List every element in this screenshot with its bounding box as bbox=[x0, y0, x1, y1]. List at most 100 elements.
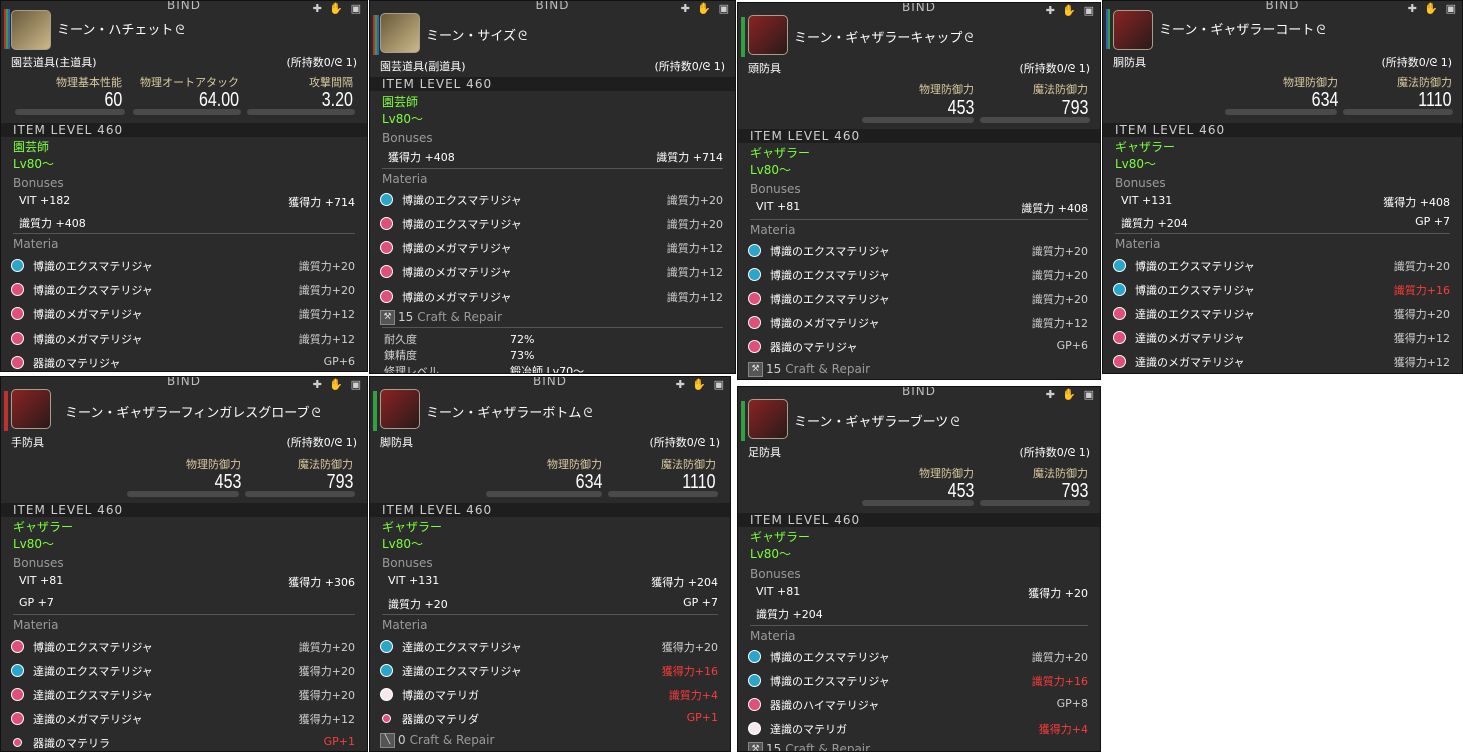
anvil-icon: ⚒ bbox=[748, 362, 763, 377]
materia-row[interactable]: 博識のエクスマテリジャ 識質力+20 bbox=[11, 639, 355, 657]
needle-icon: ╲ bbox=[380, 733, 395, 748]
craft-repair: ⚒ 15 Craft & Repair bbox=[748, 742, 870, 751]
bonus-row: VIT +131 獲得力 +408 bbox=[1121, 194, 1450, 209]
scythe-icon[interactable] bbox=[380, 13, 420, 53]
anvil-icon: ⚒ bbox=[380, 310, 395, 325]
craft-repair: ⚒ 15 Craft & Repair bbox=[748, 362, 870, 377]
materia-row[interactable]: 博識のエクスマテリジャ 識質力+20 bbox=[380, 216, 723, 234]
materia-row[interactable]: 博識のエクスマテリジャ 識質力+16 bbox=[1113, 282, 1450, 300]
materia-heading: Materia bbox=[1115, 237, 1161, 251]
materia-heading: Materia bbox=[382, 618, 428, 632]
materia-row[interactable]: 博識のメガマテリジャ 識質力+12 bbox=[748, 315, 1088, 333]
item-name: ミーン・ギャザラーキャップ ᘓ bbox=[794, 31, 974, 46]
bonuses-heading: Bonuses bbox=[13, 176, 64, 190]
tooltip-tools-icons[interactable]: ✚ ✋ ▣ bbox=[313, 378, 363, 391]
stat-value: 634 bbox=[1311, 89, 1338, 111]
materia-row[interactable]: 達識のエクスマテリジャ 獲得力+20 bbox=[11, 687, 355, 705]
owned-count: (所持数0/ᘓ 1) bbox=[286, 436, 357, 449]
bottom-icon[interactable] bbox=[380, 389, 420, 429]
materia-row[interactable]: 博識のエクスマテリジャ 識質力+20 bbox=[11, 258, 355, 276]
materia-icon bbox=[11, 332, 24, 345]
materia-row[interactable]: 器識のマテリラ GP+1 bbox=[11, 735, 355, 751]
materia-icon bbox=[11, 283, 24, 296]
materia-row[interactable]: 博識のエクスマテリジャ 識質力+20 bbox=[748, 267, 1088, 285]
bonus-row: VIT +81 識質力 +408 bbox=[756, 200, 1088, 215]
stat-value: 3.20 bbox=[321, 89, 353, 111]
materia-row[interactable]: 器識のハイマテリジャ GP+8 bbox=[748, 697, 1088, 715]
materia-icon bbox=[748, 340, 761, 353]
level-requirement: Lv80～ bbox=[750, 547, 792, 561]
stat-label: 物理防御力 bbox=[186, 458, 241, 471]
divider bbox=[382, 327, 723, 328]
materia-row[interactable]: 達識のメガマテリジャ 獲得力+12 bbox=[1113, 330, 1450, 348]
materia-row[interactable]: 博識のメガマテリジャ 識質力+12 bbox=[380, 240, 723, 258]
materia-icon bbox=[380, 664, 393, 677]
job-label: ギャザラー bbox=[13, 520, 74, 534]
item-level: ITEM LEVEL 460 bbox=[1, 503, 367, 517]
materia-row[interactable]: 達識のマテリガ 獲得力+4 bbox=[748, 721, 1088, 739]
item-category: 手防具 bbox=[11, 436, 44, 449]
tooltip-tools-icons[interactable]: ✚ ✋ ▣ bbox=[1046, 4, 1096, 17]
item-level: ITEM LEVEL 460 bbox=[738, 513, 1100, 527]
stat-value: 793 bbox=[1061, 97, 1088, 119]
coat-icon[interactable] bbox=[1113, 10, 1153, 50]
owned-count: (所持数0/ᘓ 1) bbox=[286, 56, 357, 69]
item-name: ミーン・サイズ ᘓ bbox=[426, 29, 528, 44]
materia-row[interactable]: 達識のメガマテリジャ 獲得力+12 bbox=[1113, 354, 1450, 372]
materia-row[interactable]: 博識のエクスマテリジャ 識質力+20 bbox=[748, 243, 1088, 261]
materia-row[interactable]: 達識のメガマテリジャ 獲得力+12 bbox=[11, 711, 355, 729]
materia-row[interactable]: 博識のメガマテリジャ 識質力+12 bbox=[11, 331, 355, 349]
stat-value: 60 bbox=[104, 89, 122, 111]
stat-value: 1110 bbox=[682, 471, 716, 493]
materia-row[interactable]: 博識のマテリガ 識質力+4 bbox=[380, 687, 718, 705]
divider bbox=[382, 614, 718, 615]
bonus-row: 識質力 +20 GP +7 bbox=[388, 596, 718, 611]
item-category: 頭防具 bbox=[748, 62, 781, 75]
materia-row[interactable]: 博識のエクスマテリジャ 識質力+16 bbox=[748, 673, 1088, 691]
materia-row[interactable]: 達識のエクスマテリジャ 獲得力+20 bbox=[11, 663, 355, 681]
job-label: ギャザラー bbox=[382, 520, 443, 534]
materia-heading: Materia bbox=[750, 223, 796, 237]
stat-value: 634 bbox=[575, 471, 602, 493]
stat-value: 64.00 bbox=[198, 89, 239, 111]
craft-repair: ⚒ 15 Craft & Repair bbox=[380, 310, 502, 325]
tooltip-tools-icons[interactable]: ✚ ✋ ▣ bbox=[676, 378, 726, 391]
bonuses-heading: Bonuses bbox=[382, 556, 433, 570]
tooltip-tools-icons[interactable]: ✚ ✋ ▣ bbox=[681, 2, 731, 15]
tooltip-tools-icons[interactable]: ✚ ✋ ▣ bbox=[1408, 2, 1458, 15]
materia-row[interactable]: 博識のメガマテリジャ 識質力+12 bbox=[380, 289, 723, 307]
materia-row[interactable]: 博識のエクスマテリジャ 識質力+20 bbox=[748, 291, 1088, 309]
materia-icon bbox=[11, 356, 24, 369]
item-level: ITEM LEVEL 460 bbox=[1103, 123, 1462, 137]
materia-row[interactable]: 器識のマテリジャ GP+6 bbox=[11, 355, 355, 371]
materia-row[interactable]: 博識のエクスマテリジャ 識質力+20 bbox=[380, 192, 723, 210]
stat-label: 物理防御力 bbox=[919, 467, 974, 480]
materia-row[interactable]: 博識のエクスマテリジャ 識質力+20 bbox=[1113, 258, 1450, 276]
rarity-stripe bbox=[1106, 9, 1112, 49]
bonuses-heading: Bonuses bbox=[1115, 176, 1166, 190]
cap-icon[interactable] bbox=[748, 15, 788, 55]
tooltip-tools-icons[interactable]: ✚ ✋ ▣ bbox=[313, 2, 363, 15]
level-requirement: Lv80～ bbox=[382, 537, 424, 551]
item-category: 脚防具 bbox=[380, 436, 413, 449]
materia-row[interactable]: 達識のエクスマテリジャ 獲得力+20 bbox=[1113, 306, 1450, 324]
tooltip-tools-icons[interactable]: ✚ ✋ ▣ bbox=[1046, 388, 1096, 401]
hatchet-icon[interactable] bbox=[11, 10, 51, 50]
materia-row[interactable]: 達識のエクスマテリジャ 獲得力+16 bbox=[380, 663, 718, 681]
stat-label: 攻撃間隔 bbox=[309, 76, 353, 89]
materia-row[interactable]: 博識のメガマテリジャ 識質力+12 bbox=[380, 264, 723, 282]
materia-row[interactable]: 博識のメガマテリジャ 識質力+12 bbox=[11, 306, 355, 324]
boots-icon[interactable] bbox=[748, 399, 788, 439]
item-tooltip-gloves: BIND ✚ ✋ ▣ ミーン・ギャザラーフィンガレスグローブ ᘓ 手防具 (所持数… bbox=[0, 376, 368, 752]
materia-icon bbox=[13, 738, 22, 747]
gloves-icon[interactable] bbox=[11, 389, 51, 429]
stat-label: 物理基本性能 bbox=[56, 76, 122, 89]
materia-row[interactable]: 博識のエクスマテリジャ 識質力+20 bbox=[748, 649, 1088, 667]
materia-icon bbox=[380, 640, 393, 653]
materia-row[interactable]: 博識のエクスマテリジャ 識質力+20 bbox=[11, 282, 355, 300]
owned-count: (所持数0/ᘓ 1) bbox=[649, 436, 720, 449]
materia-row[interactable]: 器識のマテリダ GP+1 bbox=[380, 711, 718, 729]
job-label: ギャザラー bbox=[750, 146, 811, 160]
materia-row[interactable]: 器識のマテリジャ GP+6 bbox=[748, 339, 1088, 357]
materia-row[interactable]: 達識のエクスマテリジャ 獲得力+20 bbox=[380, 639, 718, 657]
